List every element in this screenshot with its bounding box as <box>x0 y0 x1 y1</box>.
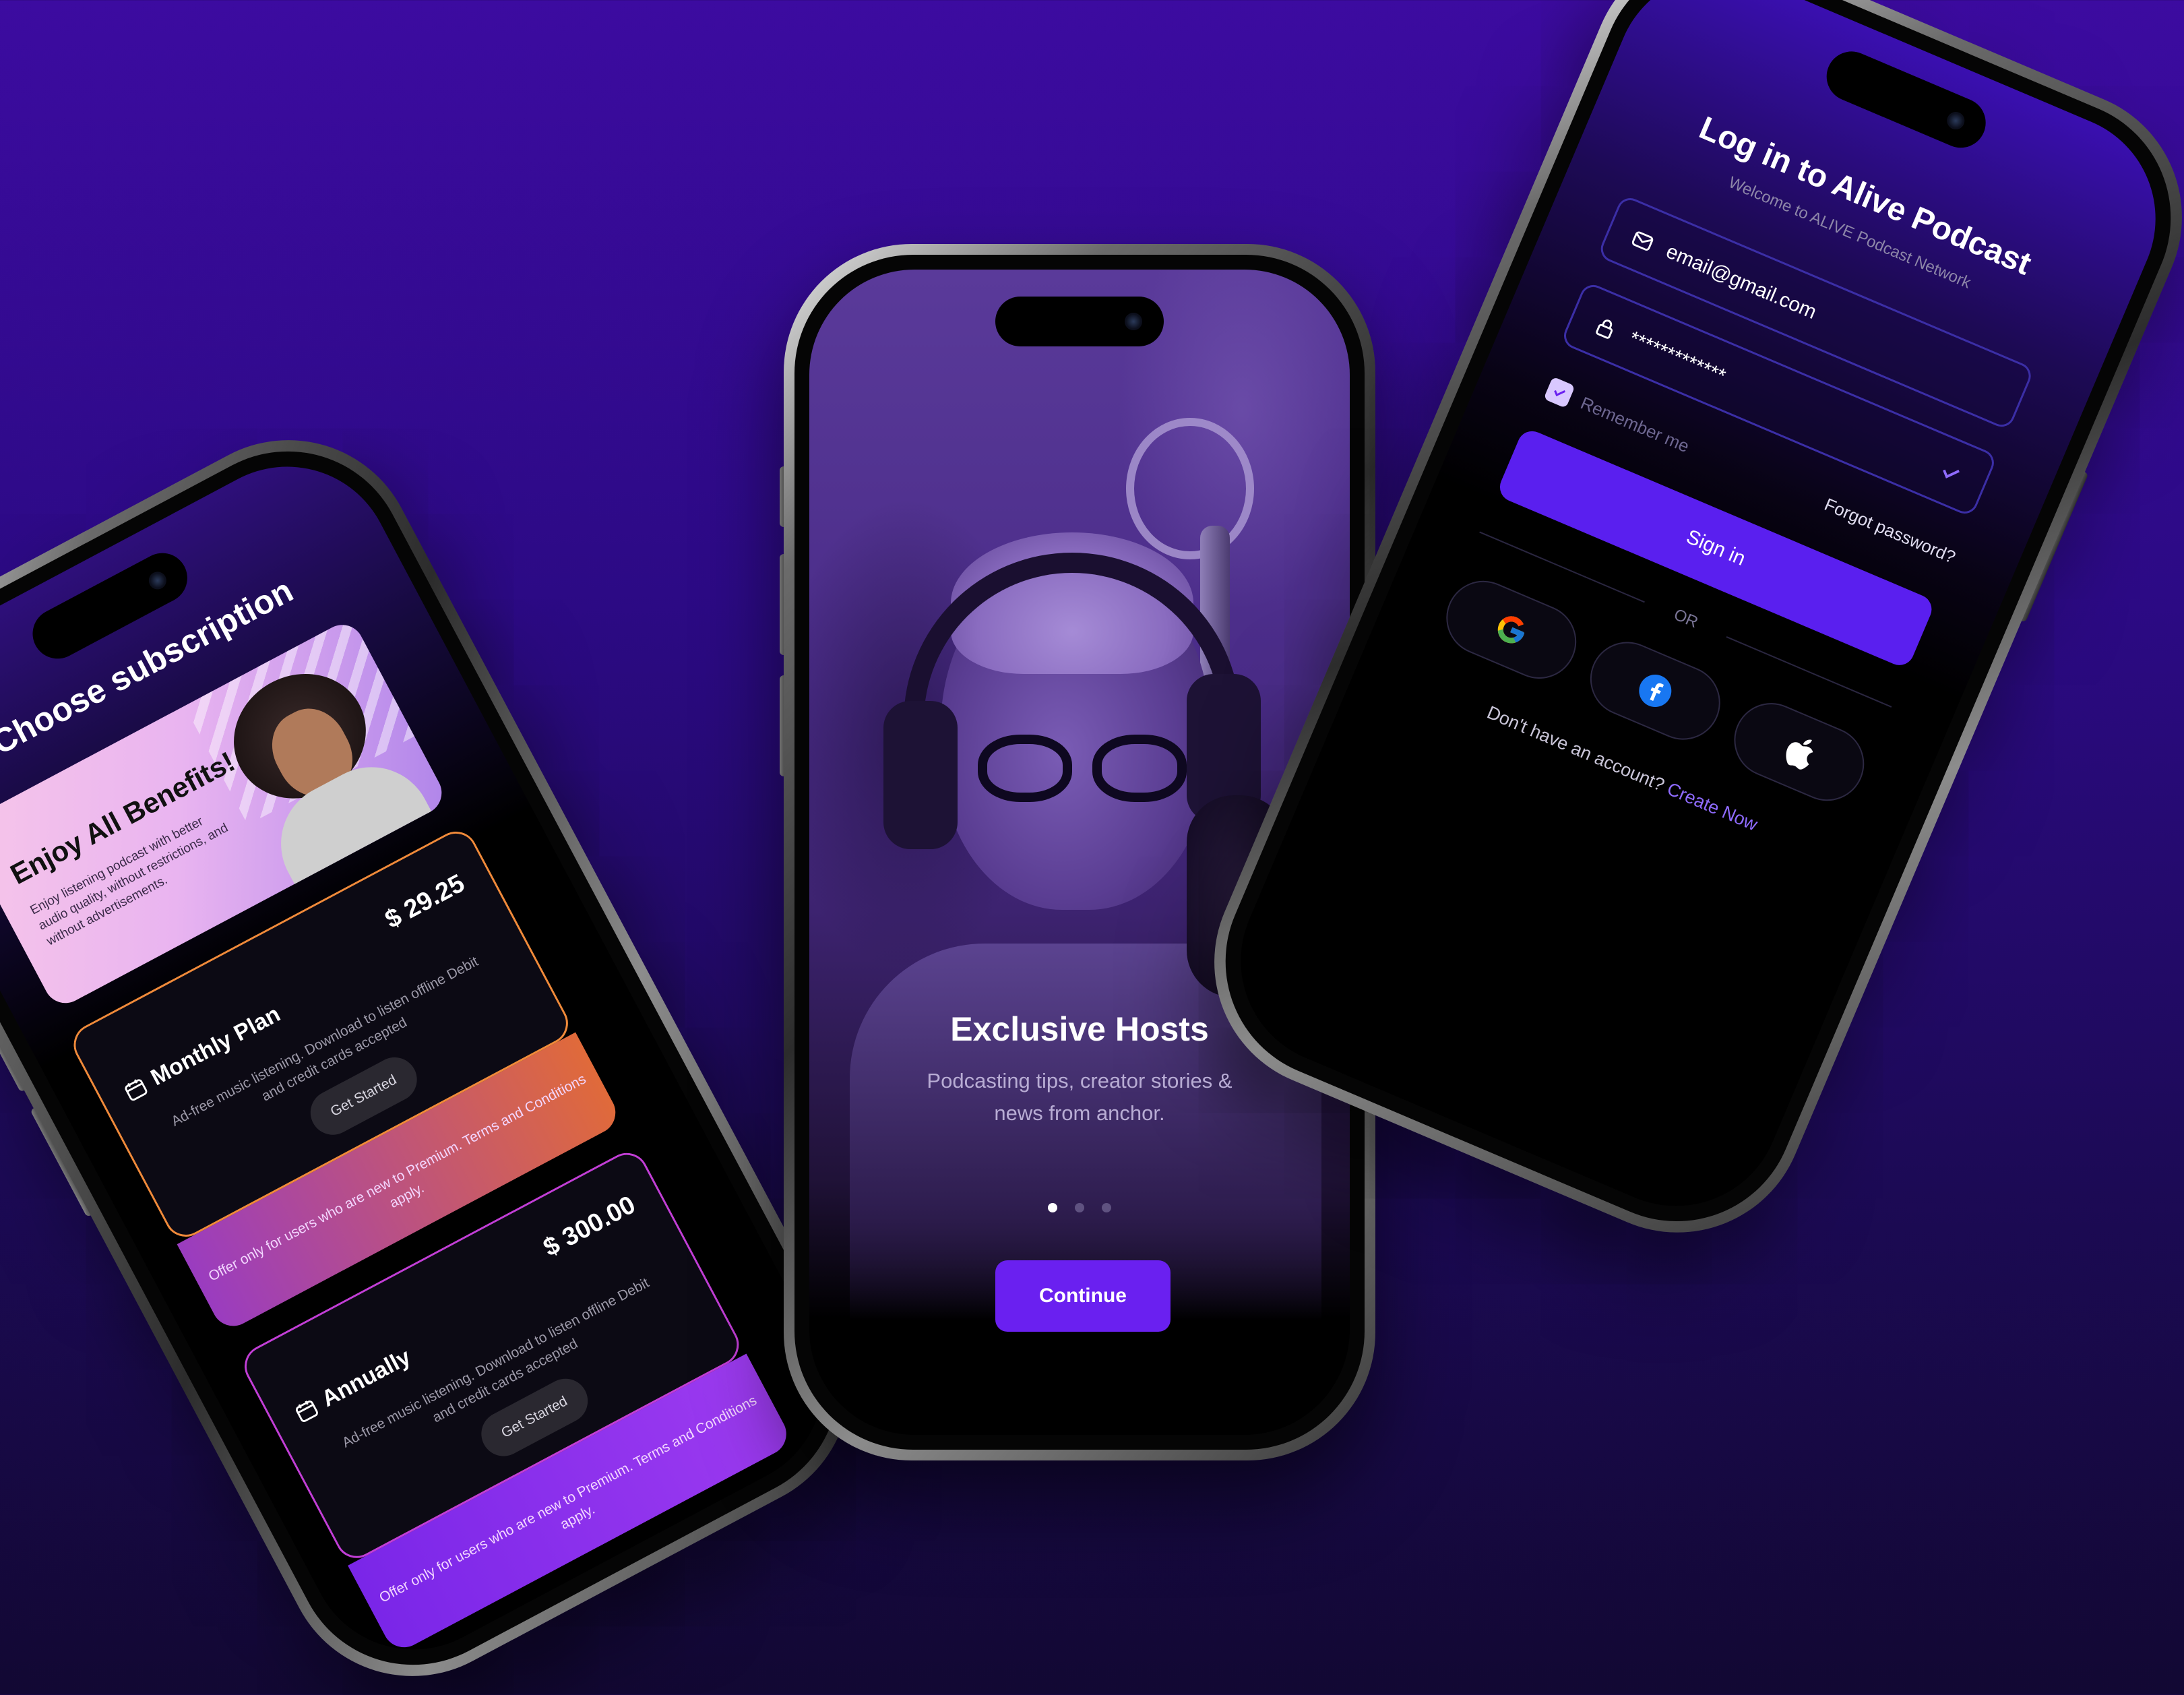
phone-frame: Choose subscription Enjoy All Benefits! … <box>0 395 896 1695</box>
page-dot[interactable] <box>1102 1203 1111 1212</box>
page-dot[interactable] <box>1048 1203 1057 1212</box>
onboarding-subtitle: Podcasting tips, creator stories & news … <box>927 1069 1233 1125</box>
forgot-password-link[interactable]: Forgot password? <box>1821 494 1958 568</box>
calendar-icon <box>125 1079 148 1101</box>
email-value: email@gmail.com <box>1662 240 1820 324</box>
calendar-icon <box>295 1400 318 1422</box>
page-dot[interactable] <box>1075 1203 1084 1212</box>
page-indicator <box>809 1203 1350 1216</box>
onboarding-title: Exclusive Hosts <box>950 1010 1209 1048</box>
google-login-button[interactable] <box>1435 569 1588 691</box>
subscription-screen: Choose subscription Enjoy All Benefits! … <box>0 429 861 1687</box>
login-screen: Log in to Alive Podcast Welcome to ALIVE… <box>1208 0 2184 1239</box>
apple-login-button[interactable] <box>1722 691 1876 813</box>
mail-icon <box>1631 231 1654 251</box>
plan-price: $ 300.00 <box>538 1190 640 1262</box>
plan-price: $ 29.25 <box>380 869 470 935</box>
phone-subscription: Choose subscription Enjoy All Benefits! … <box>0 395 896 1695</box>
facebook-login-button[interactable] <box>1578 630 1732 751</box>
continue-button[interactable]: Continue <box>995 1260 1171 1332</box>
password-value: ************* <box>1625 327 1729 388</box>
google-icon <box>1497 616 1525 644</box>
dynamic-island <box>1819 43 1994 156</box>
checkbox-icon[interactable] <box>1543 376 1575 408</box>
apple-icon <box>1786 739 1813 770</box>
create-now-link[interactable]: Create Now <box>1664 778 1761 834</box>
facebook-icon <box>1639 675 1672 708</box>
lock-icon <box>1596 319 1613 339</box>
remember-me-label: Remember me <box>1578 392 1693 456</box>
dynamic-island <box>995 297 1164 346</box>
check-icon <box>1943 469 1960 479</box>
